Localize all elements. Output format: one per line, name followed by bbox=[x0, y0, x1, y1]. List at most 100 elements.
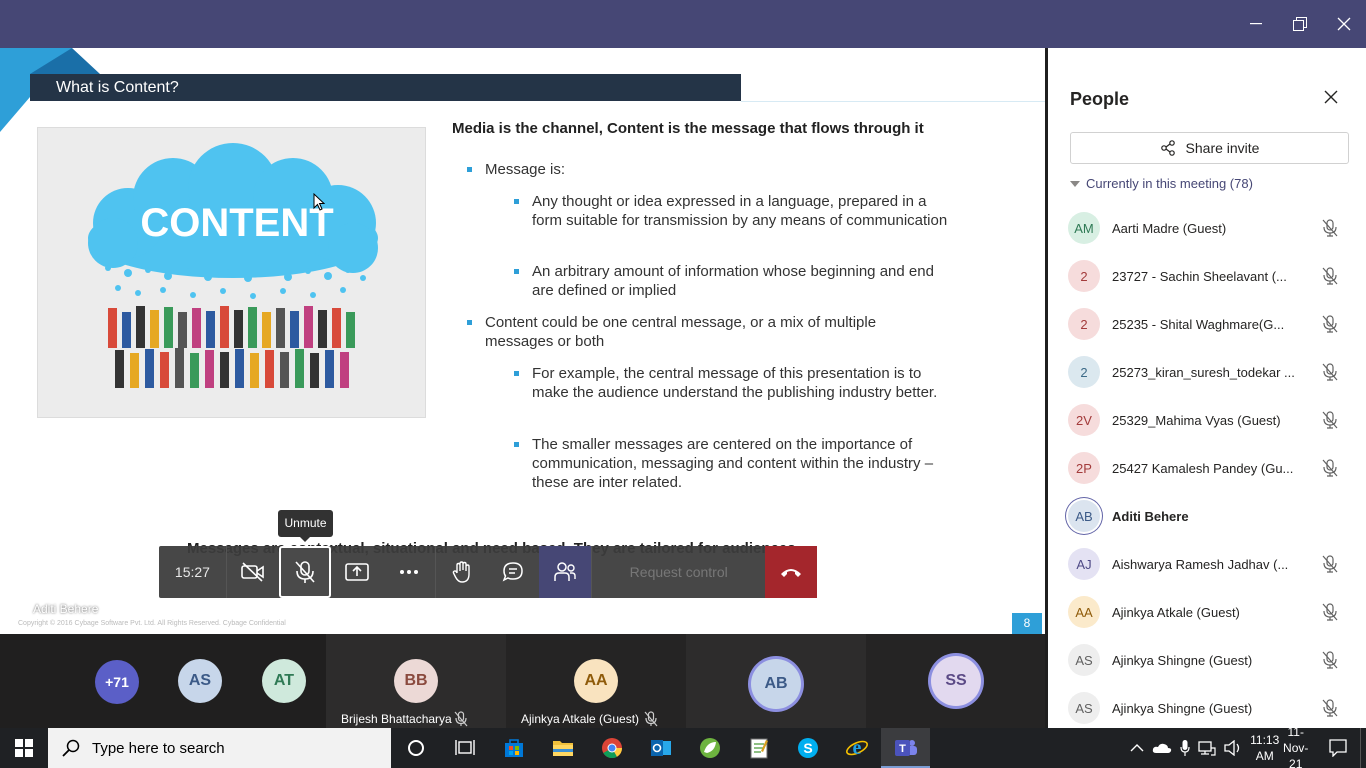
search-placeholder: Type here to search bbox=[92, 739, 225, 757]
participant-tile[interactable]: SS bbox=[866, 634, 1045, 728]
avatar: AB bbox=[1068, 500, 1100, 532]
cortana-button[interactable] bbox=[391, 728, 440, 768]
outlook-icon bbox=[650, 740, 671, 756]
share-icon bbox=[1160, 140, 1175, 156]
avatar: 2 bbox=[1068, 308, 1100, 340]
start-button[interactable] bbox=[0, 728, 48, 768]
participant-row[interactable]: AB Aditi Behere bbox=[1048, 492, 1366, 540]
people-panel: People Share invite Currently in this me… bbox=[1045, 48, 1366, 728]
bullet-content: Content could be one central message, or… bbox=[467, 313, 927, 351]
close-icon bbox=[1337, 17, 1351, 31]
taskbar-teams[interactable]: T bbox=[881, 728, 930, 768]
close-panel-button[interactable] bbox=[1324, 90, 1338, 109]
participant-tile[interactable]: AA Ajinkya Atkale (Guest) bbox=[506, 634, 686, 728]
hang-up-button[interactable] bbox=[765, 546, 817, 598]
avatar: SS bbox=[931, 656, 981, 706]
participant-strip: +71 AS AT BB Brijesh Bhattacharya AA Aji… bbox=[0, 634, 1045, 728]
participant-row[interactable]: AS Ajinkya Shingne (Guest) bbox=[1048, 684, 1366, 732]
clock-time: 11:13 AM bbox=[1250, 733, 1280, 763]
participant-row[interactable]: 2 23727 - Sachin Sheelavant (... bbox=[1048, 252, 1366, 300]
avatar: AM bbox=[1068, 212, 1100, 244]
share-screen-button[interactable] bbox=[331, 546, 383, 598]
taskbar-notepad[interactable] bbox=[734, 728, 783, 768]
store-icon bbox=[504, 739, 523, 757]
mic-off-icon bbox=[644, 711, 658, 727]
taskbar-store[interactable] bbox=[489, 728, 538, 768]
avatar[interactable]: AT bbox=[262, 659, 306, 703]
cortana-icon bbox=[407, 740, 424, 756]
chat-button[interactable] bbox=[488, 546, 540, 598]
task-view-icon bbox=[454, 740, 475, 755]
sub-bullet: An arbitrary amount of information whose… bbox=[514, 262, 954, 300]
request-control-button[interactable]: Request control bbox=[592, 546, 765, 598]
participant-row[interactable]: AJ Aishwarya Ramesh Jadhav (... bbox=[1048, 540, 1366, 588]
call-timer: 15:27 bbox=[159, 546, 227, 598]
show-hidden-icons-button[interactable] bbox=[1126, 728, 1148, 768]
raise-hand-button[interactable] bbox=[436, 546, 488, 598]
internet-explorer-icon: e bbox=[845, 737, 868, 759]
participant-row[interactable]: AA Ajinkya Atkale (Guest) bbox=[1048, 588, 1366, 636]
search-icon bbox=[62, 739, 80, 757]
cloud-icon bbox=[1152, 743, 1172, 753]
show-desktop-button[interactable] bbox=[1360, 728, 1366, 768]
volume-button[interactable] bbox=[1220, 728, 1246, 768]
mic-off-icon bbox=[1322, 555, 1338, 578]
share-invite-button[interactable]: Share invite bbox=[1070, 132, 1349, 164]
participant-row[interactable]: 2V 25329_Mahima Vyas (Guest) bbox=[1048, 396, 1366, 444]
taskbar-search-box[interactable]: Type here to search bbox=[48, 728, 391, 768]
hang-up-icon bbox=[781, 569, 802, 577]
more-actions-button[interactable] bbox=[383, 546, 435, 598]
taskbar-skype[interactable]: S bbox=[783, 728, 832, 768]
overflow-participants-button[interactable]: +71 bbox=[95, 660, 139, 704]
camera-toggle-button[interactable] bbox=[227, 546, 279, 598]
maximize-button[interactable] bbox=[1277, 0, 1323, 48]
avatar: 2V bbox=[1068, 404, 1100, 436]
participant-row[interactable]: AS Ajinkya Shingne (Guest) bbox=[1048, 636, 1366, 684]
participant-row[interactable]: 2P 25427 Kamalesh Pandey (Gu... bbox=[1048, 444, 1366, 492]
taskbar-clock[interactable]: 11:13 AM 11-Nov-21 bbox=[1246, 725, 1316, 768]
network-button[interactable] bbox=[1194, 728, 1220, 768]
avatar: AA bbox=[574, 659, 618, 703]
taskbar-outlook[interactable] bbox=[636, 728, 685, 768]
participant-tile[interactable]: BB Brijesh Bhattacharya bbox=[326, 634, 506, 728]
microphone-tray-button[interactable] bbox=[1176, 728, 1194, 768]
avatar[interactable]: AS bbox=[178, 659, 222, 703]
participant-name: Aarti Madre (Guest) bbox=[1112, 220, 1227, 236]
task-view-button[interactable] bbox=[440, 728, 489, 768]
image-content-word: CONTENT bbox=[140, 201, 333, 245]
taskbar-spring-tool[interactable] bbox=[685, 728, 734, 768]
restore-icon bbox=[1293, 17, 1307, 31]
participant-row[interactable]: 2 25235 - Shital Waghmare(G... bbox=[1048, 300, 1366, 348]
mic-off-icon bbox=[295, 561, 315, 583]
participant-tile[interactable]: AB bbox=[686, 634, 902, 728]
participant-name: 25273_kiran_suresh_todekar ... bbox=[1112, 364, 1295, 380]
minimize-button[interactable] bbox=[1233, 0, 1279, 48]
presenter-name: Aditi Behere bbox=[33, 602, 99, 616]
close-window-button[interactable] bbox=[1321, 0, 1366, 48]
people-icon bbox=[554, 562, 577, 581]
participant-list: AM Aarti Madre (Guest) 2 23727 - Sachin She… bbox=[1048, 204, 1366, 732]
mic-off-icon bbox=[1322, 411, 1338, 434]
onedrive-button[interactable] bbox=[1148, 728, 1176, 768]
taskbar-internet-explorer[interactable]: e bbox=[832, 728, 881, 768]
avatar: AJ bbox=[1068, 548, 1100, 580]
taskbar-chrome[interactable] bbox=[587, 728, 636, 768]
windows-taskbar: Type here to search S e T 11:13 AM 11-No… bbox=[0, 725, 1366, 768]
taskbar-file-explorer[interactable] bbox=[538, 728, 587, 768]
participant-row[interactable]: 2 25273_kiran_suresh_todekar ... bbox=[1048, 348, 1366, 396]
participant-row[interactable]: AM Aarti Madre (Guest) bbox=[1048, 204, 1366, 252]
mic-off-icon bbox=[1322, 315, 1338, 338]
meeting-section-label: Currently in this meeting (78) bbox=[1086, 176, 1253, 191]
svg-text:e: e bbox=[852, 737, 861, 759]
chat-icon bbox=[503, 562, 524, 582]
sub-bullet: The smaller messages are centered on the… bbox=[514, 435, 954, 492]
mute-toggle-button[interactable] bbox=[278, 546, 331, 598]
call-controls-bar: 15:27 Request control bbox=[159, 546, 817, 598]
participant-name: 25235 - Shital Waghmare(G... bbox=[1112, 316, 1285, 332]
action-center-button[interactable] bbox=[1316, 728, 1360, 768]
mic-off-icon bbox=[1322, 267, 1338, 290]
notification-icon bbox=[1329, 739, 1347, 757]
show-participants-button[interactable] bbox=[539, 546, 592, 598]
avatar: AS bbox=[1068, 644, 1100, 676]
meeting-section-toggle[interactable]: Currently in this meeting (78) bbox=[1070, 176, 1253, 191]
